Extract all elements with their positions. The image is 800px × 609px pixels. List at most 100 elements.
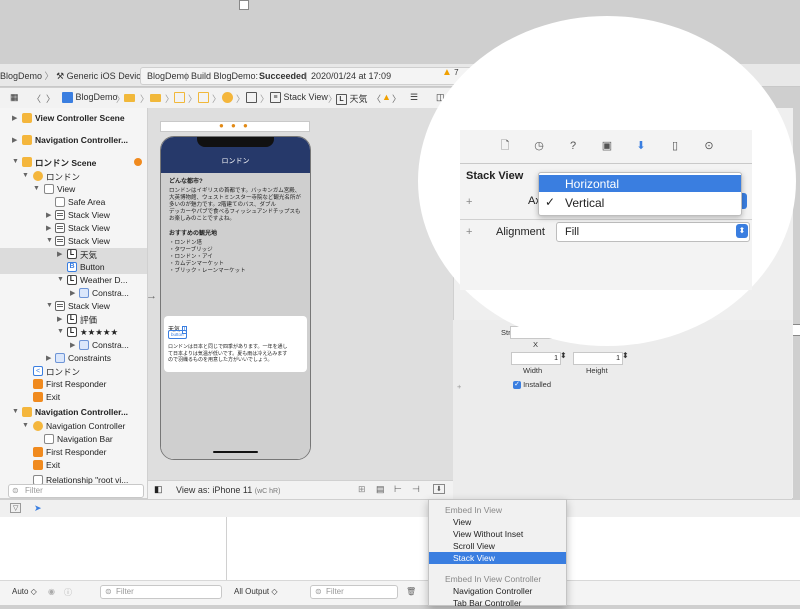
outline-row[interactable]: Exit bbox=[0, 459, 147, 472]
add-constraints-icon[interactable]: ⊢ bbox=[394, 484, 402, 495]
scene-dock[interactable]: ● ● ● bbox=[160, 121, 310, 132]
width-field[interactable]: 1 bbox=[511, 352, 561, 365]
outline-row[interactable]: ▶ Constra... bbox=[0, 339, 147, 352]
section-heading[interactable]: おすすめの観光地 bbox=[169, 231, 217, 238]
menu-item-view-without-inset[interactable]: View Without Inset bbox=[429, 528, 566, 540]
outline-row[interactable]: ▶ Stack View bbox=[0, 209, 147, 222]
issue-dot-icon[interactable] bbox=[134, 158, 142, 166]
add-variation-icon[interactable]: + bbox=[457, 382, 461, 391]
axis-option-vertical[interactable]: ✓ Vertical bbox=[539, 194, 741, 211]
width-stepper-icon[interactable]: ⬍ bbox=[560, 351, 567, 360]
disclosure-right-icon[interactable]: ▶ bbox=[57, 250, 62, 258]
spots-list[interactable]: ・ロンドン塔 ・タワーブリッジ ・ロンドン・アイ ・カムデンマーケット ・ブリッ… bbox=[169, 240, 246, 275]
outline-row[interactable]: First Responder bbox=[0, 378, 147, 391]
outline-row[interactable]: ▼ Stack View bbox=[0, 300, 147, 313]
folder-icon[interactable] bbox=[150, 92, 161, 102]
scheme-selector[interactable]: BlogDemo 〉 ⚒ Generic iOS Device bbox=[0, 69, 146, 82]
outline-row[interactable]: ▶ View Controller Scene bbox=[0, 112, 147, 125]
outline-row[interactable]: ▼ L ★★★★★ bbox=[0, 326, 147, 339]
breadcrumb-project[interactable]: BlogDemo bbox=[62, 92, 118, 104]
outline-row[interactable]: ▶ Constraints bbox=[0, 352, 147, 365]
connections-inspector-icon[interactable]: ⊙ bbox=[702, 139, 716, 153]
size-inspector-icon[interactable]: ▯ bbox=[668, 139, 682, 153]
outline-row[interactable]: ▼ Stack View bbox=[0, 235, 147, 248]
weather-text[interactable]: ロンドンは日本と同じで四季があります。一年を通し て日本よりは気温が低いです。夏… bbox=[168, 344, 288, 364]
warning-badge[interactable]: ▲ 7 bbox=[442, 67, 459, 78]
resolve-issues-icon[interactable]: ⊣ bbox=[412, 484, 420, 495]
editor-options-icon[interactable]: ☰ bbox=[410, 92, 418, 103]
weather-button[interactable]: button bbox=[168, 330, 187, 339]
height-field[interactable]: 1 bbox=[573, 352, 623, 365]
back-icon[interactable]: 〈 bbox=[32, 92, 41, 105]
history-inspector-icon[interactable]: ◷ bbox=[532, 139, 546, 153]
help-inspector-icon[interactable]: ? bbox=[566, 139, 580, 153]
resize-handle[interactable] bbox=[239, 0, 249, 10]
disclosure-right-icon[interactable]: ▶ bbox=[12, 136, 17, 144]
view-controller-icon[interactable]: ● bbox=[219, 121, 224, 130]
disclosure-down-icon[interactable]: ▼ bbox=[46, 302, 53, 309]
breakpoints-icon[interactable]: ➤ bbox=[34, 503, 42, 514]
outline-row[interactable]: ▼ ロンドン Scene bbox=[0, 156, 147, 169]
content-view[interactable]: どんな都市? ロンドンはイギリスの首都です。バッキンガム宮殿、 大英博物館、ウェ… bbox=[161, 173, 310, 459]
menu-item-view[interactable]: View bbox=[429, 516, 566, 528]
folder-icon[interactable] bbox=[124, 92, 135, 102]
menu-item-navigation-controller[interactable]: Navigation Controller bbox=[429, 585, 566, 597]
outline-row-selected[interactable]: ▶ L 天気 bbox=[0, 248, 147, 261]
console-filter-input[interactable]: ⊜ Filter bbox=[310, 585, 398, 599]
trash-icon[interactable]: 🗑 bbox=[406, 587, 416, 596]
outline-row[interactable]: ▶ Navigation Controller... bbox=[0, 134, 147, 147]
view-icon[interactable] bbox=[246, 92, 257, 104]
hide-debug-area-icon[interactable]: ▽ bbox=[10, 503, 22, 513]
outline-row[interactable]: Safe Area bbox=[0, 196, 147, 209]
outline-row[interactable]: ▼ Navigation Controller bbox=[0, 420, 147, 433]
outline-row[interactable]: ▼ Navigation Controller... bbox=[0, 406, 147, 419]
breadcrumb-label[interactable]: L 天気 bbox=[336, 92, 368, 106]
variables-filter-input[interactable]: ⊜ Filter bbox=[100, 585, 222, 599]
outline-row[interactable]: ▼ L Weather D... bbox=[0, 274, 147, 287]
output-select[interactable]: All Output ◇ bbox=[234, 587, 278, 596]
controller-icon[interactable] bbox=[222, 92, 233, 104]
forward-icon[interactable]: 〉 bbox=[46, 92, 55, 105]
navigator-filter-input[interactable]: ⊜ Filter bbox=[8, 484, 144, 498]
disclosure-down-icon[interactable]: ▼ bbox=[12, 408, 19, 415]
update-frames-icon[interactable]: ⊞ bbox=[358, 484, 366, 495]
disclosure-down-icon[interactable]: ▼ bbox=[57, 328, 64, 335]
outline-row[interactable]: < ロンドン bbox=[0, 365, 147, 378]
disclosure-down-icon[interactable]: ▼ bbox=[33, 185, 40, 192]
view-as-device[interactable]: View as: iPhone 11 (wC hR) bbox=[176, 485, 280, 495]
embed-in-menu[interactable]: Embed In View View View Without Inset Sc… bbox=[428, 499, 567, 609]
outline-row[interactable]: ▼ ロンドン bbox=[0, 170, 147, 183]
eye-icon[interactable]: ◉ bbox=[48, 587, 55, 596]
outline-row[interactable]: Navigation Bar bbox=[0, 433, 147, 446]
outline-row[interactable]: Exit bbox=[0, 391, 147, 404]
iphone-view-controller[interactable]: ロンドン どんな都市? ロンドンはイギリスの首都です。バッキンガム宮殿、 大英博… bbox=[160, 136, 311, 460]
alignment-select[interactable]: Fill ⬍ bbox=[556, 222, 750, 242]
exit-icon[interactable]: ● bbox=[243, 121, 248, 130]
outline-row[interactable]: ▶ Stack View bbox=[0, 222, 147, 235]
disclosure-down-icon[interactable]: ▼ bbox=[12, 158, 19, 165]
disclosure-right-icon[interactable]: ▶ bbox=[12, 114, 17, 122]
disclosure-down-icon[interactable]: ▼ bbox=[46, 237, 53, 244]
menu-item-tab-bar-controller[interactable]: Tab Bar Controller bbox=[429, 597, 566, 609]
next-issue-icon[interactable]: 〉 bbox=[392, 92, 401, 105]
menu-item-stack-view[interactable]: Stack View bbox=[429, 552, 566, 564]
disclosure-right-icon[interactable]: ▶ bbox=[46, 354, 51, 362]
scene-icon[interactable] bbox=[198, 92, 209, 104]
resize-handle[interactable] bbox=[792, 324, 800, 336]
disclosure-down-icon[interactable]: ▼ bbox=[57, 276, 64, 283]
add-variation-icon[interactable]: + bbox=[466, 196, 472, 208]
disclosure-right-icon[interactable]: ▶ bbox=[46, 224, 51, 232]
body-text[interactable]: ロンドンはイギリスの首都です。バッキンガム宮殿、 大英博物館、ウェストミンスター… bbox=[169, 188, 301, 223]
first-responder-icon[interactable]: ● bbox=[231, 121, 236, 130]
disclosure-right-icon[interactable]: ▶ bbox=[46, 211, 51, 219]
section-heading[interactable]: どんな都市? bbox=[169, 179, 203, 186]
outline-row[interactable]: ▶ L 評価 bbox=[0, 313, 147, 326]
outline-row[interactable]: ▼ View bbox=[0, 183, 147, 196]
outline-row[interactable]: ▶ Constra... bbox=[0, 287, 147, 300]
disclosure-right-icon[interactable]: ▶ bbox=[70, 289, 75, 297]
toggle-outline-icon[interactable]: ◧ bbox=[154, 484, 163, 495]
disclosure-down-icon[interactable]: ▼ bbox=[22, 172, 29, 179]
variables-scope-select[interactable]: Auto ◇ bbox=[12, 587, 37, 596]
prev-issue-icon[interactable]: 〈 bbox=[372, 92, 381, 105]
outline-row-selected[interactable]: B Button bbox=[0, 261, 147, 274]
